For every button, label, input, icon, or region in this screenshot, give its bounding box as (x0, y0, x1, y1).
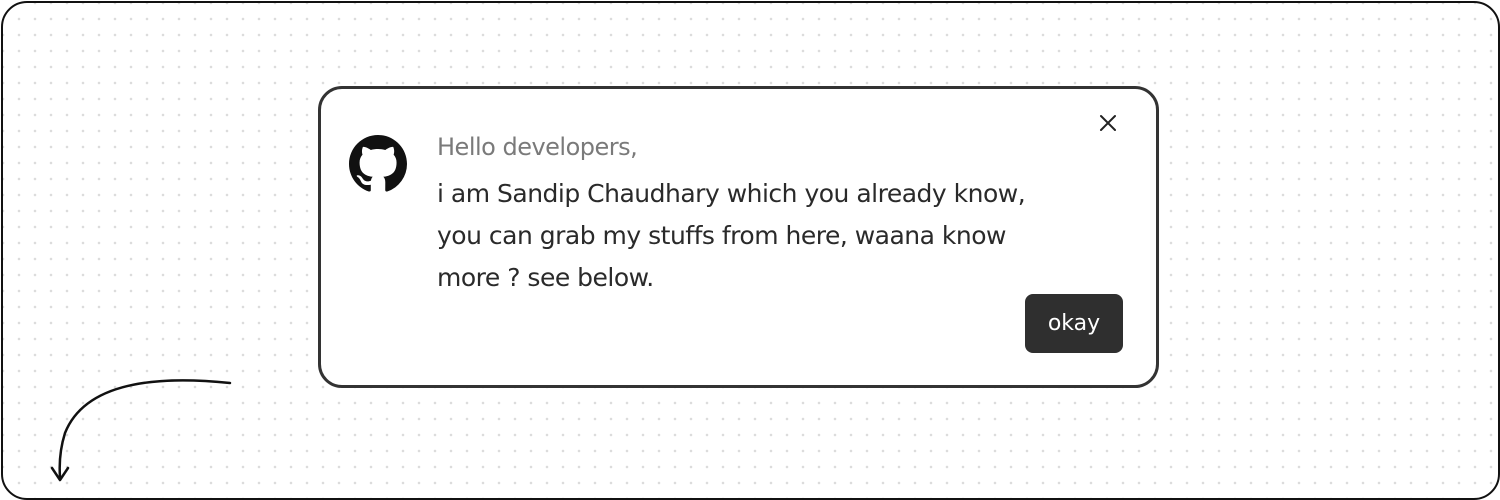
greeting-text: Hello developers, (437, 133, 638, 161)
close-icon (1100, 115, 1116, 131)
okay-button[interactable]: okay (1025, 294, 1123, 353)
message-text: i am Sandip Chaudhary which you already … (437, 179, 1026, 292)
notification-dialog: Hello developers, i am Sandip Chaudhary … (318, 86, 1159, 388)
close-button[interactable] (1093, 108, 1123, 138)
canvas-frame: Hello developers, i am Sandip Chaudhary … (1, 1, 1500, 500)
github-icon[interactable] (349, 135, 407, 193)
